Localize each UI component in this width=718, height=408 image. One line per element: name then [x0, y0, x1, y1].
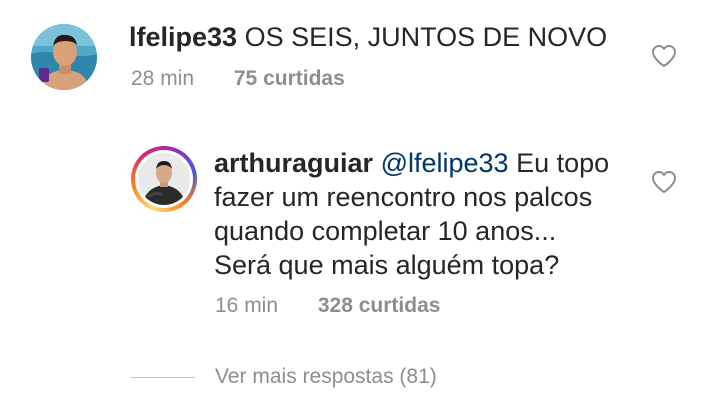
comment-meta: 28 min 75 curtidas [131, 67, 345, 91]
reply-line-4: Será que mais alguém topa? [214, 250, 560, 280]
divider-line [131, 376, 195, 378]
commenter-avatar[interactable] [31, 24, 97, 90]
comment-username[interactable]: lfelipe33 [129, 22, 237, 52]
reply-line-1: Eu topo [516, 148, 610, 178]
reply-username[interactable]: arthuraguiar [214, 148, 373, 178]
reply-line-3: quando completar 10 anos... [214, 216, 557, 246]
comment-time: 28 min [131, 67, 195, 90]
comment-likes-count[interactable]: 75 curtidas [234, 67, 345, 90]
view-more-replies-button[interactable]: Ver mais respostas (81) [131, 362, 437, 392]
heart-icon[interactable] [651, 44, 677, 68]
reply-mention[interactable]: @lfelipe33 [381, 148, 509, 178]
reply-text: arthuraguiar @lfelipe33 Eu topo fazer um… [214, 146, 634, 282]
reply-avatar[interactable] [135, 150, 193, 208]
view-more-label: Ver mais respostas (81) [215, 365, 437, 388]
comment-text: lfelipe33 OS SEIS, JUNTOS DE NOVO [129, 20, 649, 54]
heart-icon[interactable] [651, 170, 677, 194]
comment-body: OS SEIS, JUNTOS DE NOVO [244, 22, 608, 52]
reply-meta: 16 min 328 curtidas [215, 294, 440, 318]
reply-line-2: fazer um reencontro nos palcos [214, 182, 593, 212]
reply-time: 16 min [215, 294, 279, 317]
reply-likes-count[interactable]: 328 curtidas [318, 294, 441, 317]
